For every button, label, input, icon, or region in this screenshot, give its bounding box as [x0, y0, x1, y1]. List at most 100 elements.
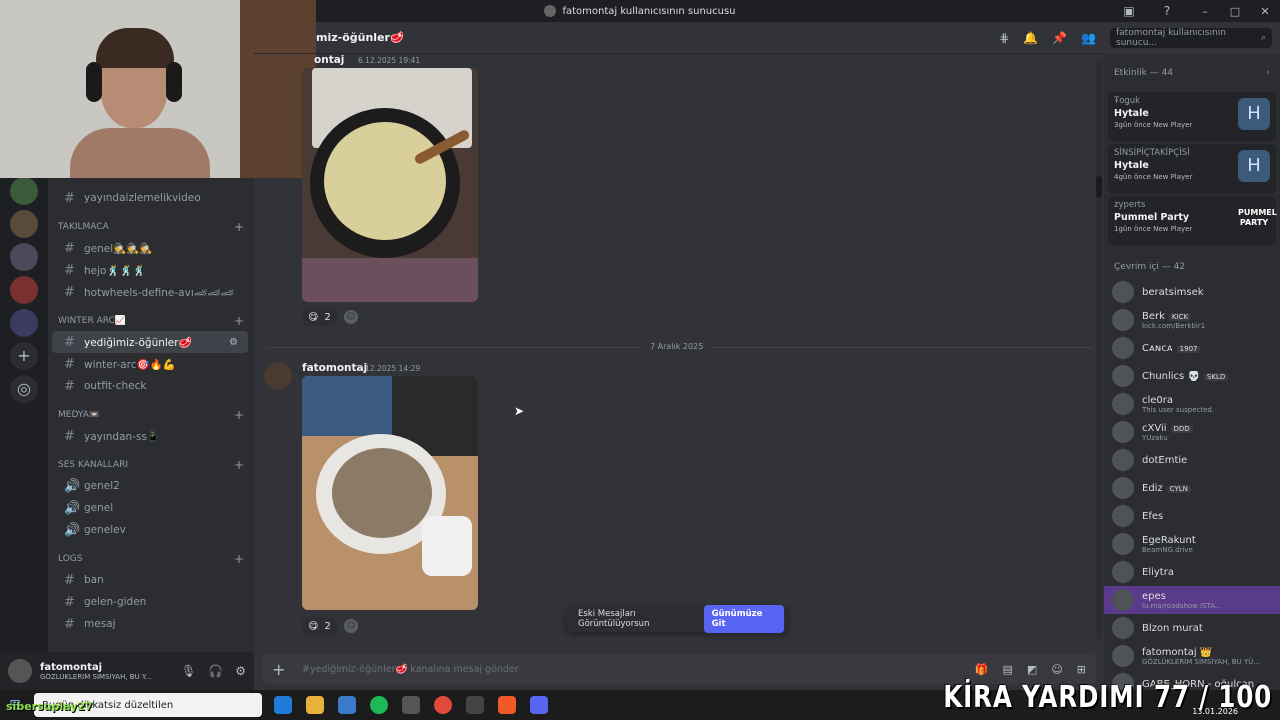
store-icon[interactable] — [338, 696, 356, 714]
add-channel-icon[interactable]: + — [234, 458, 244, 472]
add-channel-icon[interactable]: + — [234, 220, 244, 234]
message-image[interactable] — [302, 376, 478, 610]
add-channel-icon[interactable]: + — [234, 408, 244, 422]
server-icon-1[interactable] — [10, 177, 38, 205]
member-item[interactable]: fatomontaj 👑 GÖZLÜKLERİM SİMSİYAH, BU YÜ.… — [1104, 642, 1280, 670]
add-reaction-icon[interactable]: ☺ — [344, 310, 358, 324]
minimize-button[interactable]: – — [1190, 5, 1220, 18]
edge-icon[interactable] — [274, 696, 292, 714]
member-item[interactable]: cXVii DDD YUzaku — [1104, 418, 1280, 446]
chrome-icon[interactable] — [434, 696, 452, 714]
activity-card[interactable]: Ŧoǥuk Hytale 3gün önce New Player H — [1108, 92, 1276, 142]
add-reaction-icon[interactable]: ☺ — [344, 619, 358, 633]
channel-item[interactable]: # genel🕵🕵🕵 — [52, 237, 248, 259]
sticker-icon[interactable]: ◩ — [1027, 663, 1037, 676]
category-medya[interactable]: MEDYA📼 + — [48, 405, 254, 425]
add-channel-icon[interactable]: + — [234, 552, 244, 566]
activity-header[interactable]: Etkinlik — 44 › — [1104, 54, 1280, 92]
channel-item[interactable]: # hotwheels-define-avı🏎🏎🏎 — [52, 281, 248, 303]
voice-channel[interactable]: 🔊 genel2 — [52, 475, 248, 497]
brave-icon[interactable] — [498, 696, 516, 714]
avatar[interactable] — [1112, 365, 1134, 387]
avatar[interactable] — [1112, 505, 1134, 527]
channel-item[interactable]: # yayından-ss📱 — [52, 425, 248, 447]
avatar[interactable] — [1112, 449, 1134, 471]
member-item[interactable]: Eliytra — [1104, 558, 1280, 586]
channel-item[interactable]: # gelen-giden — [52, 591, 248, 613]
server-icon-2[interactable] — [10, 210, 38, 238]
gif-icon[interactable]: ▤ — [1003, 663, 1013, 676]
apps-icon[interactable]: ⊞ — [1077, 663, 1086, 676]
member-item[interactable]: dotEmtie — [1104, 446, 1280, 474]
pin-icon[interactable]: 📌 — [1052, 31, 1067, 45]
obs-icon[interactable] — [466, 696, 484, 714]
activity-card[interactable]: SİNSİPİÇTAKİPÇİSİ Hytale 4gün önce New P… — [1108, 144, 1276, 194]
member-item[interactable]: Efes — [1104, 502, 1280, 530]
channel-settings-icon[interactable]: ⚙ — [229, 337, 238, 348]
member-item[interactable]: EgeRakunt BeamNG.drive — [1104, 530, 1280, 558]
inbox-icon[interactable]: ▣ — [1114, 4, 1144, 18]
attach-icon[interactable]: + — [272, 660, 294, 679]
avatar[interactable] — [1112, 477, 1134, 499]
microphone-icon[interactable]: 🎙 — [181, 664, 196, 678]
chevron-right-icon[interactable]: › — [1266, 68, 1270, 78]
discord-icon[interactable] — [530, 696, 548, 714]
avatar[interactable] — [1112, 645, 1134, 667]
member-item[interactable]: cle0ra This user suspected. — [1104, 390, 1280, 418]
channel-item[interactable]: # ban — [52, 569, 248, 591]
channel-item-active[interactable]: # yediğimiz-öğünler🥩 ⚙ — [52, 331, 248, 353]
member-item[interactable]: Ediz CYLN — [1104, 474, 1280, 502]
avatar[interactable] — [1112, 533, 1134, 555]
member-item[interactable]: Blzon murat — [1104, 614, 1280, 642]
channel-item[interactable]: # winter-arc🎯🔥💪 — [52, 353, 248, 375]
member-item[interactable]: Chunlics 💀 SKLD — [1104, 362, 1280, 390]
member-item[interactable]: Berk KICK kick.com/Berkbir1 — [1104, 306, 1280, 334]
channel-item[interactable]: # outfit-check — [52, 375, 248, 397]
voice-channel[interactable]: 🔊 genel — [52, 497, 248, 519]
discover-icon[interactable]: ◎ — [10, 375, 38, 403]
calculator-icon[interactable] — [402, 696, 420, 714]
gift-icon[interactable]: 🎁 — [975, 663, 989, 676]
member-item[interactable]: beratsimsek — [1104, 278, 1280, 306]
scrollbar[interactable] — [1096, 60, 1102, 640]
add-channel-icon[interactable]: + — [234, 314, 244, 328]
avatar[interactable] — [1112, 281, 1134, 303]
help-icon[interactable]: ? — [1152, 4, 1182, 18]
activity-card[interactable]: zyperts Pummel Party 1gün önce New Playe… — [1108, 196, 1277, 246]
avatar[interactable] — [1112, 309, 1134, 331]
server-icon-4[interactable] — [10, 276, 38, 304]
member-item[interactable]: epes lu.ma/roadshow ISTA... — [1104, 586, 1280, 614]
maximize-button[interactable]: □ — [1220, 5, 1250, 18]
message-image[interactable] — [302, 68, 478, 302]
avatar[interactable] — [1112, 393, 1134, 415]
emoji-picker-icon[interactable]: ☺ — [1051, 663, 1062, 676]
channel-item[interactable]: # mesaj — [52, 613, 248, 635]
server-icon-5[interactable] — [10, 309, 38, 337]
avatar[interactable] — [1112, 589, 1134, 611]
channel-item[interactable]: # hejo🕺🕺🕺 — [52, 259, 248, 281]
server-icon-3[interactable] — [10, 243, 38, 271]
threads-icon[interactable]: ⋕ — [999, 31, 1009, 45]
category-winter-arc[interactable]: WINTER ARC📈 + — [48, 311, 254, 331]
category-voice[interactable]: Ses Kanalları + — [48, 455, 254, 475]
gear-icon[interactable]: ⚙ — [235, 664, 246, 678]
category-logs[interactable]: LOGS + — [48, 549, 254, 569]
spotify-icon[interactable] — [370, 696, 388, 714]
category-takilmaca[interactable]: TAKILMACA + — [48, 217, 254, 237]
avatar[interactable] — [1112, 617, 1134, 639]
headphones-icon[interactable]: 🎧 — [208, 664, 223, 678]
bell-icon[interactable]: 🔔 — [1023, 31, 1038, 45]
member-item[interactable]: Cᴀɴᴄᴀ 1907 — [1104, 334, 1280, 362]
channel-top[interactable]: # yayındaizlemelikvideo — [52, 187, 248, 209]
avatar[interactable] — [1112, 421, 1134, 443]
avatar[interactable] — [264, 362, 292, 390]
close-button[interactable]: ✕ — [1250, 5, 1280, 18]
add-server-icon[interactable]: + — [10, 342, 38, 370]
avatar[interactable] — [1112, 561, 1134, 583]
file-explorer-icon[interactable] — [306, 696, 324, 714]
jump-to-present-button[interactable]: Günümüze Git — [703, 605, 784, 633]
message-author[interactable]: ontaj — [314, 54, 344, 66]
member-list-icon[interactable]: 👥 — [1081, 31, 1096, 45]
scrollbar-thumb[interactable] — [1096, 176, 1102, 198]
avatar[interactable] — [1112, 337, 1134, 359]
